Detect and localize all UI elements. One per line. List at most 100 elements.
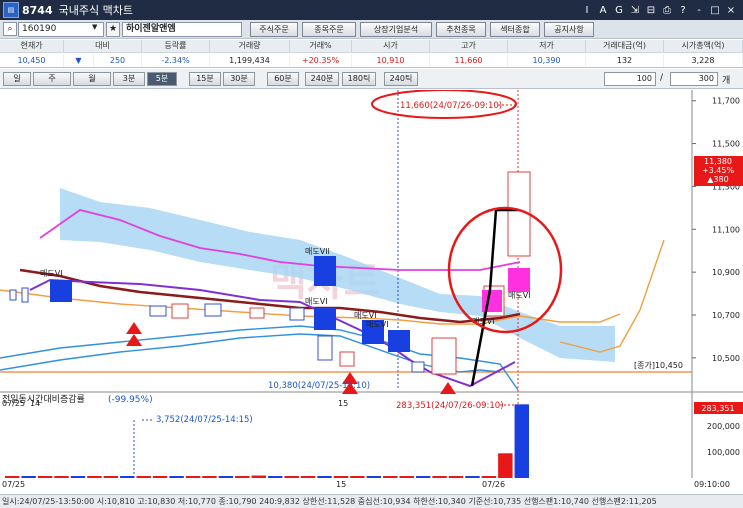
tab-60min[interactable]: 60분 [267, 72, 299, 86]
timeframe-bar: 일 주 월 3분 5분 15분 30분 60분 240분 180틱 240틱 1… [0, 69, 743, 89]
quote-header: 거래량 [210, 40, 290, 53]
volume-rate: +20.35% [290, 54, 352, 67]
group-button[interactable]: G [613, 5, 625, 16]
tab-day[interactable]: 일 [3, 72, 31, 86]
current-price: 10,450 [0, 54, 64, 67]
quote-table: 현재가 대비 등락률 거래량 거래% 시가 고가 저가 거래대금(억) 시가총액… [0, 40, 743, 68]
count-separator: / [660, 73, 664, 83]
x-label: 15 [338, 399, 348, 408]
search-icon[interactable]: ⌕ [3, 22, 17, 36]
volume-high-annotation: 283,351(24/07/26-09:10) [396, 401, 504, 411]
quote-header: 저가 [508, 40, 586, 53]
signal-label: 매도VII [305, 247, 330, 256]
tab-30min[interactable]: 30분 [223, 72, 255, 86]
stock-toolbar: ⌕ 160190 ▼ ★ 하이젠알앤엠 주식주문 종목주문 상장기업분석 추천종… [0, 20, 743, 39]
sector-button[interactable]: 섹터종합 [490, 22, 540, 37]
quote-header: 대비 [64, 40, 142, 53]
price-label-value: 11,380 [704, 157, 732, 166]
chart-area[interactable]: 맥차트 [0, 89, 743, 508]
app-logo-icon: ▤ [3, 2, 19, 18]
x-label: 15 [336, 480, 347, 489]
change-arrow-icon: ▼ [64, 54, 94, 67]
chevron-down-icon[interactable]: ▼ [92, 23, 97, 31]
font-button[interactable]: A [597, 5, 609, 16]
volume-tick-label: 200,000 [707, 422, 740, 431]
y-tick-label: 11,700 [712, 97, 740, 106]
x-label: 07/26 [482, 480, 506, 489]
high-price: 11,660 [430, 54, 508, 67]
open-price: 10,910 [352, 54, 430, 67]
change-rate: -2.34% [142, 54, 210, 67]
volume-tick-label: 100,000 [707, 448, 740, 457]
company-analysis-button[interactable]: 상장기업분석 [360, 22, 432, 37]
maximize-button[interactable]: □ [709, 5, 721, 16]
help-button[interactable]: ? [677, 5, 689, 16]
y-tick-label: 11,100 [712, 225, 740, 234]
price-label-change: ▲380 [707, 175, 728, 184]
tab-240min[interactable]: 240분 [305, 72, 339, 86]
tab-3min[interactable]: 3분 [113, 72, 145, 86]
y-tick-label: 11,500 [712, 140, 740, 149]
price-label-rate: +3.45% [702, 166, 735, 175]
close-label: [종가]10,450 [634, 361, 683, 370]
tab-240tick[interactable]: 240틱 [384, 72, 418, 86]
y-tick-label: 10,500 [712, 354, 740, 363]
recommended-button[interactable]: 추천종목 [436, 22, 486, 37]
high-annotation: 11,660(24/07/26-09:10) [400, 101, 502, 111]
x-label: 07/25 [2, 480, 26, 489]
bar-total-input[interactable]: 300 [670, 72, 718, 86]
quote-header: 고가 [430, 40, 508, 53]
tab-180tick[interactable]: 180틱 [342, 72, 376, 86]
quote-header: 현재가 [0, 40, 64, 53]
bar-count-input[interactable]: 100 [604, 72, 656, 86]
notice-button[interactable]: 공지사항 [544, 22, 594, 37]
volume-bars [5, 404, 529, 478]
info-button[interactable]: I [581, 5, 593, 16]
volume-panel-value: (-99.95%) [108, 395, 153, 405]
tab-week[interactable]: 주 [33, 72, 71, 86]
signal-label: 매도VI [305, 297, 328, 306]
tab-5min[interactable]: 5분 [147, 72, 177, 86]
x-axis-end-label: 09:10:00 [694, 480, 730, 489]
window-controls: I A G ⇲ ⊟ ⎙ ? - □ × [581, 5, 743, 16]
quote-header: 거래% [290, 40, 352, 53]
stock-name-field: 하이젠알앤엠 [122, 22, 242, 37]
minimize-button[interactable]: - [693, 5, 705, 16]
y-axis-bg [692, 90, 743, 494]
market-cap: 3,228 [664, 54, 743, 67]
status-bar: 일시:24/07/25-13:50:00 시:10,810 고:10,830 저… [0, 494, 743, 508]
window-title: 국내주식 맥차트 [58, 4, 133, 17]
volume-value: 1,199,434 [210, 54, 290, 67]
count-unit: 개 [722, 76, 731, 86]
volume-bar [498, 453, 513, 478]
signal-label: 매도VI [366, 320, 389, 329]
tab-month[interactable]: 월 [73, 72, 111, 86]
y-tick-label: 10,700 [712, 311, 740, 320]
favorite-star-icon[interactable]: ★ [106, 22, 120, 37]
item-order-button[interactable]: 종목주문 [302, 22, 356, 37]
signal-label: 매도VI [508, 291, 531, 300]
expand-button[interactable]: ⇲ [629, 5, 641, 16]
low-price: 10,390 [508, 54, 586, 67]
trade-amount: 132 [586, 54, 664, 67]
signal-label: 매도VI [354, 311, 377, 320]
volume-mid-annotation: 3,752(24/07/25-14:15) [156, 415, 253, 425]
tab-15min[interactable]: 15분 [189, 72, 221, 86]
quote-header: 시가 [352, 40, 430, 53]
signal-label: 매도VI [40, 269, 63, 278]
quote-header: 시가총액(억) [664, 40, 743, 53]
y-tick-label: 10,900 [712, 268, 740, 277]
low-annotation: 10,380(24/07/25-15:10) [268, 381, 370, 391]
x-axis-strip: 07/25 15 07/26 09:10:00 [0, 478, 743, 494]
window-number: 8744 [22, 3, 53, 17]
print-button[interactable]: ⎙ [661, 5, 673, 16]
volume-bar [514, 404, 529, 478]
stock-order-button[interactable]: 주식주문 [250, 22, 298, 37]
quote-header: 등락률 [142, 40, 210, 53]
chart-canvas[interactable]: 맥차트 [0, 89, 743, 494]
layout-button[interactable]: ⊟ [645, 5, 657, 16]
quote-header: 거래대금(억) [586, 40, 664, 53]
close-button[interactable]: × [725, 5, 737, 16]
volume-panel-title: 전일동시간대비증감률 [2, 393, 85, 405]
volume-label-value: 283,351 [701, 404, 734, 413]
